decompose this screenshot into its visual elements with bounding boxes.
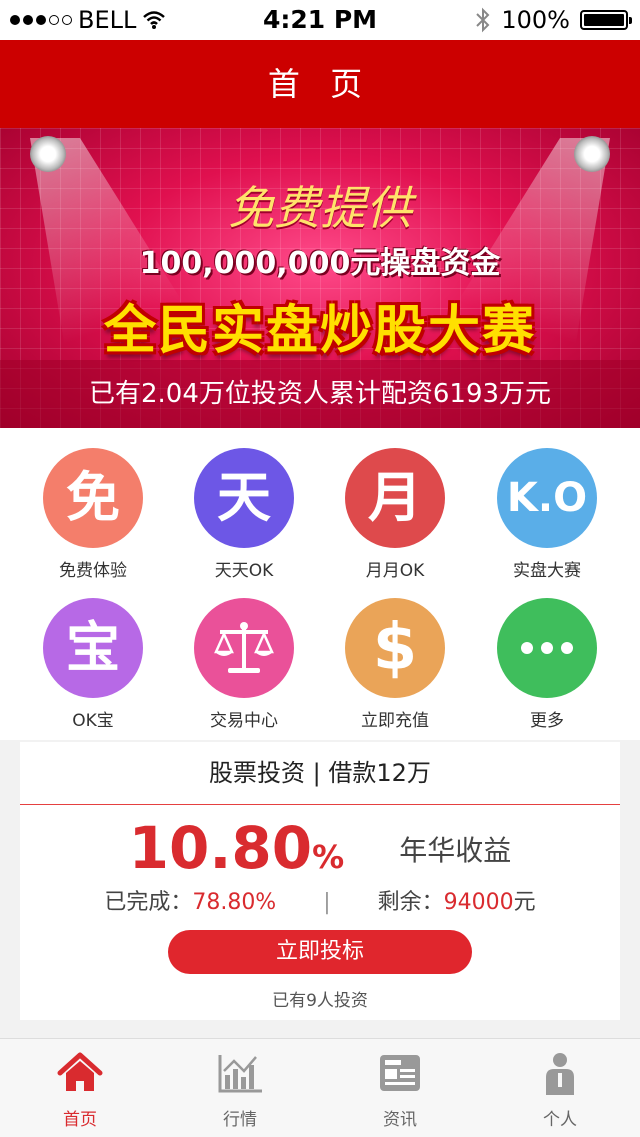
menu-item-monthly-ok[interactable]: 月 月月OK [315,428,475,581]
tab-label: 首页 [63,1110,97,1130]
bluetooth-icon [476,7,490,33]
free-trial-icon: 免 [43,448,143,548]
tab-label: 资讯 [383,1110,417,1130]
spotlight-left-icon [30,136,66,172]
banner-subheadline: 100,000,000元操盘资金 [139,246,501,281]
menu-item-contest[interactable]: K.O 实盘大赛 [467,428,627,581]
completed-value: 78.80% [192,890,277,915]
menu-item-daily-ok[interactable]: 天 天天OK [164,428,324,581]
page-title: 首 页 [0,40,640,128]
tab-market[interactable]: 行情 [160,1039,320,1137]
tab-home[interactable]: 首页 [0,1039,160,1137]
promo-banner[interactable]: 免费提供 100,000,000元操盘资金 全民实盘炒股大赛 已有2.04万位投… [0,128,640,428]
news-icon [380,1055,420,1091]
status-bar: BELL 4:21 PM 100% [0,0,640,40]
rate-row: 10.80% 年华收益 [20,814,620,882]
menu-item-free-trial[interactable]: 免 免费体验 [13,428,173,581]
product-title: 股票投资 | 借款12万 [20,742,620,805]
tab-news[interactable]: 资讯 [320,1039,480,1137]
annual-rate-label: 年华收益 [399,834,512,867]
stats-separator: | [323,890,331,915]
feature-menu: 免 免费体验 天 天天OK 月 月月OK K.O 实盘大赛 宝 OK宝 交易中心… [0,428,640,740]
menu-item-label: OK宝 [72,711,114,731]
scale-icon [194,598,294,698]
monthly-icon: 月 [345,448,445,548]
menu-item-more[interactable]: 更多 [467,578,627,731]
treasure-icon: 宝 [43,598,143,698]
investment-card[interactable]: 股票投资 | 借款12万 10.80% 年华收益 已完成：78.80% | 剩余… [20,742,620,1020]
ko-icon: K.O [497,448,597,548]
menu-item-trading-center[interactable]: 交易中心 [164,578,324,731]
tab-label: 个人 [543,1110,577,1130]
battery-icon [580,10,632,30]
remaining-label: 剩余： [377,890,444,915]
invest-now-button[interactable]: 立即投标 [168,930,472,974]
chart-icon [218,1055,262,1093]
dollar-icon: $ [345,598,445,698]
annual-rate-value: 10.80 [128,814,313,882]
banner-summary: 已有2.04万位投资人累计配资6193万元 [0,360,640,428]
person-icon [546,1053,574,1095]
home-icon [57,1052,103,1091]
completed-label: 已完成： [104,890,193,915]
investor-count: 已有9人投资 [272,991,368,1011]
menu-item-recharge[interactable]: $ 立即充值 [315,578,475,731]
remaining-value: 94000 [443,890,514,915]
menu-item-label: 立即充值 [361,711,429,731]
spotlight-right-icon [574,136,610,172]
progress-stats: 已完成：78.80% | 剩余：94000元 [20,884,620,916]
banner-contest-title: 全民实盘炒股大赛 [103,301,536,361]
more-icon [497,598,597,698]
status-right: 100% [475,6,632,34]
menu-item-label: 交易中心 [210,711,278,731]
tab-bar: 首页 行情 资讯 个人 [0,1038,640,1137]
battery-percent: 100% [501,6,570,34]
tab-profile[interactable]: 个人 [480,1039,640,1137]
remaining-unit: 元 [513,890,536,915]
annual-rate-unit: % [312,838,345,876]
banner-headline: 免费提供 [228,181,412,235]
daily-icon: 天 [194,448,294,548]
menu-item-label: 更多 [530,711,564,731]
menu-item-ok-bao[interactable]: 宝 OK宝 [13,578,173,731]
tab-label: 行情 [223,1110,257,1130]
